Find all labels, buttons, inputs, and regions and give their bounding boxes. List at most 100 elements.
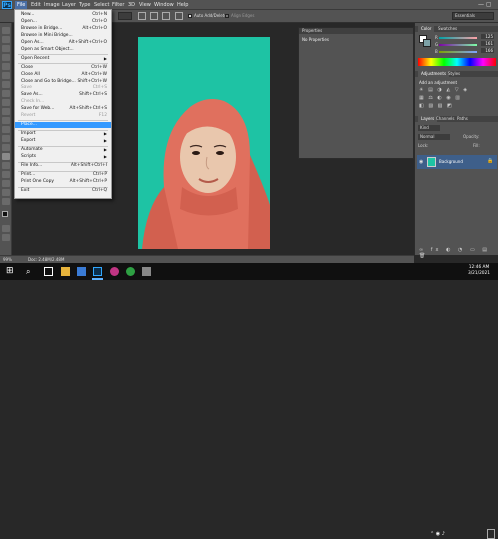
eye-icon[interactable]: ◉	[419, 159, 423, 165]
healing-tool-icon[interactable]	[2, 81, 10, 88]
app-icon[interactable]	[77, 267, 86, 276]
align-edges-checkbox[interactable]	[225, 14, 229, 18]
channel-g-value[interactable]: 161	[481, 41, 494, 46]
menu-type[interactable]: Type	[77, 1, 92, 9]
task-view-icon[interactable]	[44, 267, 53, 276]
path-align-icon[interactable]	[150, 12, 158, 20]
file-menu-item[interactable]: Save As... Shift+Ctrl+S	[15, 92, 111, 98]
file-menu-item[interactable]: Close and Go to Bridge... Shift+Ctrl+W	[15, 79, 111, 85]
menu-image[interactable]: Image	[42, 1, 62, 9]
menu-item-shortcut: Ctrl+O	[92, 18, 107, 24]
photoshop-taskbar-icon[interactable]	[93, 267, 102, 276]
channel-r-value[interactable]: 125	[481, 34, 494, 39]
gradient-tool-icon[interactable]	[2, 126, 10, 133]
gear-icon[interactable]	[175, 12, 183, 20]
menu-window[interactable]: Window	[152, 1, 176, 9]
channel-b-slider[interactable]	[439, 51, 477, 53]
menu-view[interactable]: View	[137, 1, 153, 9]
type-tool-icon[interactable]	[2, 162, 10, 169]
path-select-tool-icon[interactable]	[2, 171, 10, 178]
file-menu-item[interactable]: Save for Web... Alt+Shift+Ctrl+S	[15, 106, 111, 112]
adjustment-icons-row-2[interactable]: ▦ ⚖ ◐ ◉ ▥	[419, 95, 462, 101]
menu-item-label: Browse in Bridge...	[21, 25, 63, 31]
screen-mode-icon[interactable]	[2, 234, 10, 241]
file-menu-item[interactable]: Scripts ▶	[15, 154, 111, 160]
file-menu-item[interactable]: Open as Smart Object...	[15, 47, 111, 53]
tab-paths[interactable]: Paths	[454, 116, 471, 122]
menu-3d[interactable]: 3D	[126, 1, 137, 9]
file-menu-item[interactable]: Browse in Mini Bridge...	[15, 33, 111, 39]
layers-footer-icons[interactable]: ∞ fx ◐ ◔ ▭ ▤ 🗑	[419, 247, 498, 259]
marquee-tool-icon[interactable]	[2, 36, 10, 43]
properties-panel-header[interactable]: Properties	[299, 28, 413, 34]
file-menu-item[interactable]: Close Ctrl+W	[15, 65, 111, 71]
file-menu-item[interactable]: File Info... Alt+Shift+Ctrl+I	[15, 163, 111, 169]
search-icon[interactable]: ⌕	[26, 267, 35, 276]
tab-swatches[interactable]: Swatches	[435, 26, 460, 32]
app-icon[interactable]	[142, 267, 151, 276]
zoom-level[interactable]: 99%	[3, 256, 12, 263]
system-tray-icons[interactable]: ⌃ ◉ ♪	[430, 531, 445, 537]
hand-tool-icon[interactable]	[2, 189, 10, 196]
windows-start-icon[interactable]: ⊞	[6, 267, 15, 276]
file-menu-item[interactable]: Exit Ctrl+Q	[15, 188, 111, 194]
file-menu-item[interactable]: Open... Ctrl+O	[15, 19, 111, 25]
quick-select-tool-icon[interactable]	[2, 54, 10, 61]
chrome-icon[interactable]	[126, 267, 135, 276]
eraser-tool-icon[interactable]	[2, 117, 10, 124]
blur-tool-icon[interactable]	[2, 135, 10, 142]
bg-color-chip[interactable]	[423, 39, 431, 47]
crop-tool-icon[interactable]	[2, 63, 10, 70]
path-mode-select[interactable]	[118, 12, 132, 20]
file-menu-item[interactable]: Print... Ctrl+P	[15, 172, 111, 178]
taskbar-clock[interactable]: 12:46 AM 3/21/2021	[464, 265, 494, 278]
clone-stamp-tool-icon[interactable]	[2, 99, 10, 106]
file-menu-item[interactable]: Export ▶	[15, 138, 111, 144]
blend-mode-select[interactable]: Normal	[418, 134, 450, 140]
shape-tool-icon[interactable]	[2, 180, 10, 187]
file-menu-item[interactable]: Browse in Bridge... Alt+Ctrl+O	[15, 26, 111, 32]
color-spectrum-bar[interactable]	[418, 58, 496, 66]
tab-styles[interactable]: Styles	[445, 71, 463, 77]
menu-help[interactable]: Help	[175, 1, 190, 9]
file-explorer-icon[interactable]	[61, 267, 70, 276]
move-tool-icon[interactable]	[2, 27, 10, 34]
layer-kind-filter[interactable]: Kind	[418, 125, 440, 131]
file-menu-item[interactable]: Close All Alt+Ctrl+W	[15, 72, 111, 78]
file-menu-item[interactable]: Open As... Alt+Shift+Ctrl+O	[15, 40, 111, 46]
pen-tool-icon[interactable]	[2, 153, 10, 160]
file-menu-item[interactable]: Place...	[15, 122, 111, 129]
lasso-tool-icon[interactable]	[2, 45, 10, 52]
eyedropper-tool-icon[interactable]	[2, 72, 10, 79]
adjustment-icons-row-1[interactable]: ☀ ▤ ◑ ◭ ▽ ◈	[419, 87, 469, 93]
tab-color[interactable]: Color	[418, 26, 435, 32]
channel-g-slider[interactable]	[439, 44, 477, 46]
file-menu-item[interactable]: Import ▶	[15, 131, 111, 137]
menu-file[interactable]: File	[15, 1, 28, 9]
path-ops-icon[interactable]	[138, 12, 146, 20]
path-arrange-icon[interactable]	[162, 12, 170, 20]
quick-mask-icon[interactable]	[2, 225, 10, 232]
brush-tool-icon[interactable]	[2, 90, 10, 97]
file-menu-item[interactable]: Open Recent ▶	[15, 56, 111, 62]
adjustment-icons-row-3[interactable]: ◧ ▨ ▧ ◩	[419, 103, 453, 109]
history-brush-tool-icon[interactable]	[2, 108, 10, 115]
layer-name[interactable]: Background	[439, 159, 463, 164]
file-menu-item[interactable]: Automate ▶	[15, 147, 111, 153]
channel-r-slider[interactable]	[439, 37, 477, 39]
menu-select[interactable]: Select	[92, 1, 111, 9]
menu-layer[interactable]: Layer	[60, 1, 78, 9]
dodge-tool-icon[interactable]	[2, 144, 10, 151]
file-menu-item[interactable]: Print One Copy Alt+Shift+Ctrl+P	[15, 179, 111, 185]
document-photo[interactable]	[138, 37, 270, 249]
foreground-color-swatch[interactable]	[2, 211, 8, 217]
channel-b-value[interactable]: 166	[481, 48, 494, 53]
app-icon[interactable]	[110, 267, 119, 276]
notification-icon[interactable]	[487, 529, 495, 539]
menu-filter[interactable]: Filter	[110, 1, 126, 9]
zoom-tool-icon[interactable]	[2, 198, 10, 205]
file-menu-item[interactable]: New... Ctrl+N	[15, 12, 111, 18]
auto-add-delete-checkbox[interactable]	[188, 14, 192, 18]
menu-edit[interactable]: Edit	[29, 1, 43, 9]
workspace-select[interactable]: Essentials	[452, 12, 494, 20]
